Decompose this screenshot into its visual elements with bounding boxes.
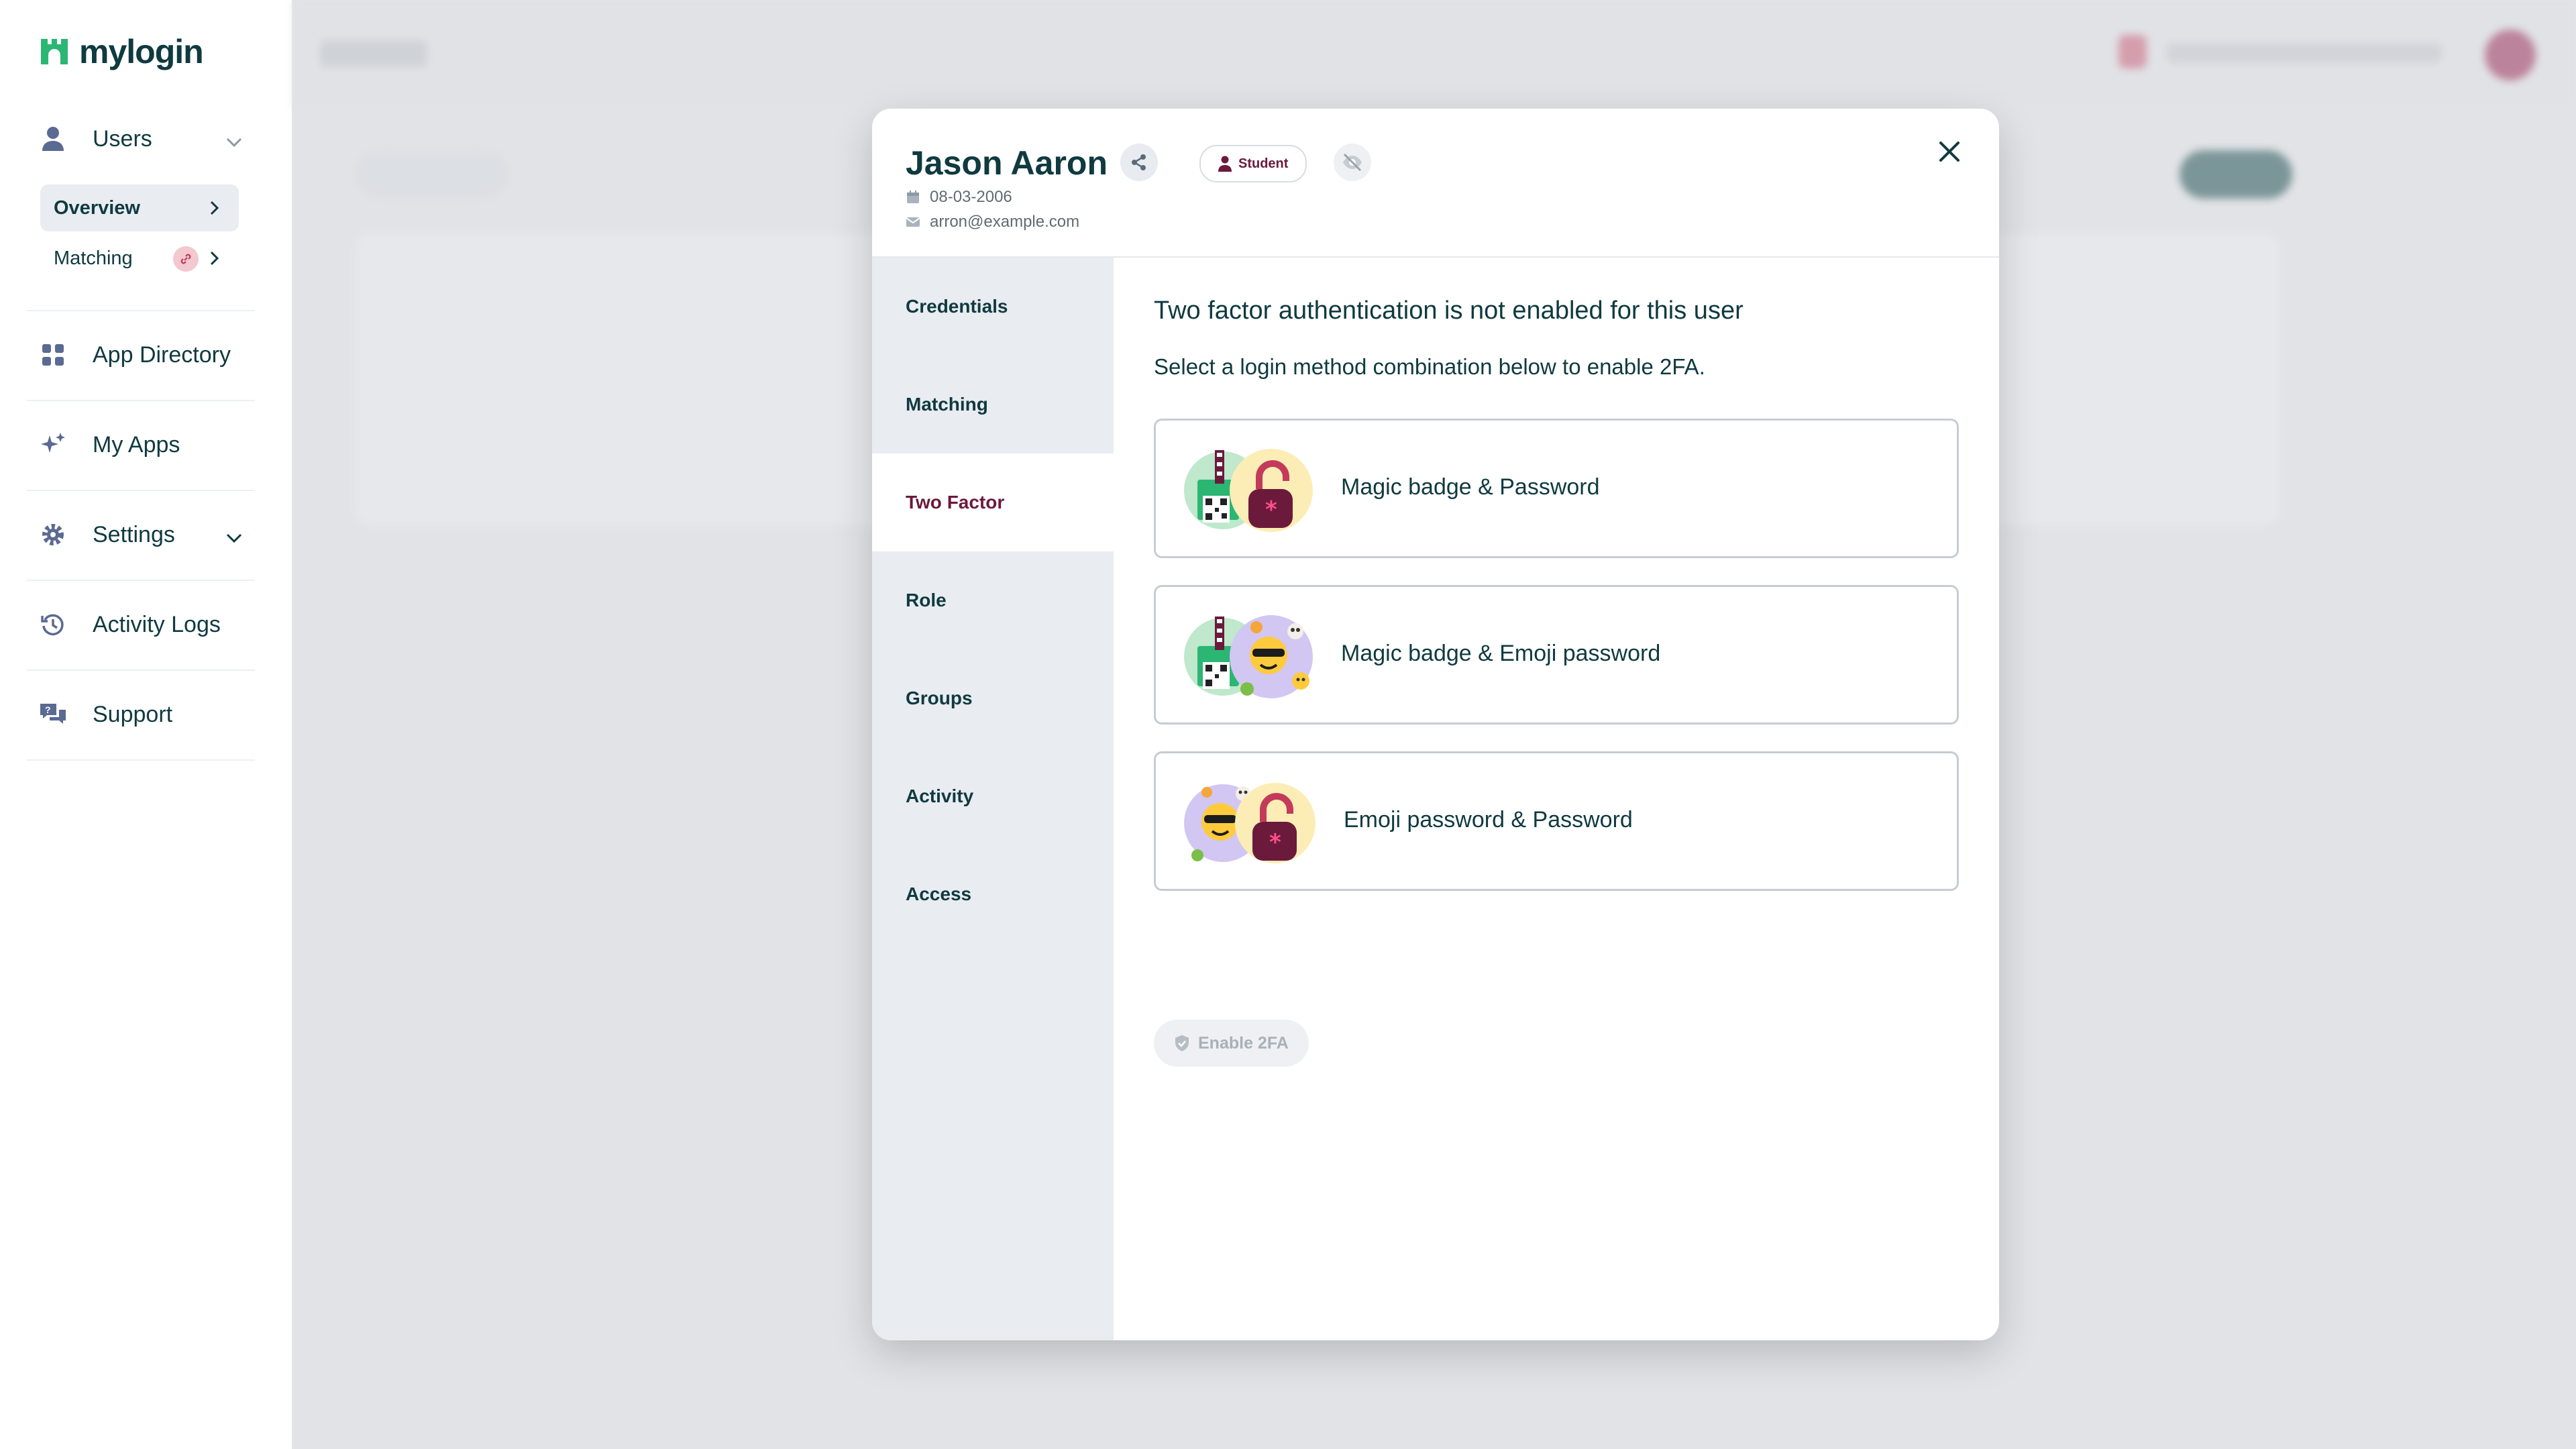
tab-access[interactable]: Access — [872, 845, 1114, 943]
modal-tab-list: Credentials Matching Two Factor Role Gro… — [872, 258, 1114, 1340]
chevron-down-icon[interactable] — [225, 133, 244, 152]
email: arron@example.com — [930, 213, 1080, 231]
logo-text: mylogin — [79, 33, 204, 70]
tab-label: Two Factor — [906, 492, 1005, 513]
tab-credentials[interactable]: Credentials — [872, 258, 1114, 356]
modal-header: Jason Aaron Student 08-03-2006 arron@exa… — [872, 109, 1999, 258]
option-label: Magic badge & Emoji password — [1341, 641, 1661, 666]
tab-label: Role — [906, 590, 947, 610]
sidebar-subitem-matching[interactable]: Matching — [40, 235, 239, 282]
password-lock-icon: * — [1230, 449, 1313, 532]
password-lock-icon: * — [1235, 783, 1316, 863]
app-logo[interactable]: mylogin — [39, 32, 204, 71]
option-emoji-password[interactable]: * Emoji password & Password — [1154, 751, 1959, 891]
divider — [27, 400, 255, 401]
svg-text:*: * — [1269, 829, 1281, 856]
svg-text:*: * — [1265, 496, 1277, 523]
sidebar-subitem-label: Matching — [54, 247, 133, 269]
role-badge-label: Student — [1238, 156, 1289, 171]
tab-activity[interactable]: Activity — [872, 747, 1114, 845]
two-factor-status-title: Two factor authentication is not enabled… — [1154, 297, 1743, 325]
share-button[interactable] — [1120, 144, 1158, 181]
role-badge[interactable]: Student — [1199, 145, 1307, 182]
divider — [27, 669, 255, 671]
shield-check-icon — [1175, 1035, 1189, 1051]
sidebar-item-my-apps[interactable]: My Apps — [39, 431, 180, 459]
birth-date: 08-03-2006 — [930, 188, 1012, 206]
chat-help-icon: ? — [39, 700, 67, 729]
divider — [27, 310, 255, 311]
method-icons — [1184, 615, 1313, 698]
user-name: Jason Aaron — [906, 144, 1108, 182]
gear-icon — [39, 521, 67, 549]
option-magic-badge-password[interactable]: * Magic badge & Password — [1154, 419, 1959, 558]
history-icon — [39, 610, 67, 639]
divider — [27, 759, 255, 761]
logo-castle-icon — [41, 39, 68, 64]
grid-icon — [39, 341, 67, 369]
sidebar-item-app-directory[interactable]: App Directory — [39, 341, 231, 369]
tab-label: Activity — [906, 786, 974, 806]
tab-two-factor[interactable]: Two Factor — [872, 453, 1114, 551]
sidebar-item-label: My Apps — [93, 431, 180, 458]
visibility-toggle-button[interactable] — [1334, 144, 1371, 181]
sidebar-item-label: Settings — [93, 521, 175, 547]
chevron-down-icon[interactable] — [225, 529, 244, 547]
close-button[interactable] — [1927, 129, 1972, 174]
tab-role[interactable]: Role — [872, 551, 1114, 649]
tab-label: Matching — [906, 394, 988, 415]
sidebar-item-settings[interactable]: Settings — [39, 521, 175, 549]
user-icon — [39, 125, 67, 153]
enable-2fa-button[interactable]: Enable 2FA — [1154, 1020, 1309, 1067]
share-icon — [1132, 154, 1146, 170]
option-magic-badge-emoji[interactable]: Magic badge & Emoji password — [1154, 585, 1959, 724]
user-detail-modal: Jason Aaron Student 08-03-2006 arron@exa… — [872, 109, 1999, 1340]
svg-text:?: ? — [45, 704, 51, 715]
sidebar-item-activity-logs[interactable]: Activity Logs — [39, 610, 221, 639]
method-icons: * — [1184, 449, 1313, 532]
sidebar-item-label: App Directory — [93, 341, 231, 368]
option-label: Emoji password & Password — [1344, 807, 1633, 833]
enable-2fa-label: Enable 2FA — [1198, 1033, 1289, 1053]
sidebar-item-label: Support — [93, 701, 173, 727]
sidebar-item-support[interactable]: ? Support — [39, 700, 172, 729]
tab-matching[interactable]: Matching — [872, 356, 1114, 453]
user-icon — [1218, 156, 1232, 172]
sidebar-subitem-overview[interactable]: Overview — [40, 184, 239, 231]
divider — [27, 580, 255, 581]
sidebar-item-users[interactable]: Users — [39, 125, 152, 153]
email-row: arron@example.com — [906, 213, 1079, 231]
tab-label: Groups — [906, 688, 973, 708]
mail-icon — [906, 217, 920, 227]
option-label: Magic badge & Password — [1341, 474, 1600, 500]
link-badge-icon — [173, 246, 199, 272]
chevron-right-icon — [210, 201, 219, 215]
tab-label: Access — [906, 883, 972, 904]
birth-date-row: 08-03-2006 — [906, 188, 1012, 207]
sidebar: mylogin Users Overview Matching App Dire… — [0, 0, 293, 1449]
eye-off-icon — [1343, 153, 1362, 172]
two-factor-panel: Two factor authentication is not enabled… — [1114, 258, 1999, 1340]
sparkle-icon — [39, 431, 67, 459]
divider — [27, 490, 255, 491]
emoji-password-icon — [1230, 615, 1313, 698]
method-icons: * — [1184, 783, 1316, 863]
sidebar-subitem-label: Overview — [54, 197, 140, 219]
two-factor-instructions: Select a login method combination below … — [1154, 354, 1705, 379]
close-icon — [1939, 142, 1960, 162]
tab-label: Credentials — [906, 296, 1008, 317]
calendar-icon — [907, 191, 919, 203]
chevron-right-icon — [210, 251, 219, 266]
sidebar-item-label: Activity Logs — [93, 611, 221, 637]
sidebar-item-label: Users — [93, 125, 152, 152]
tab-groups[interactable]: Groups — [872, 649, 1114, 747]
